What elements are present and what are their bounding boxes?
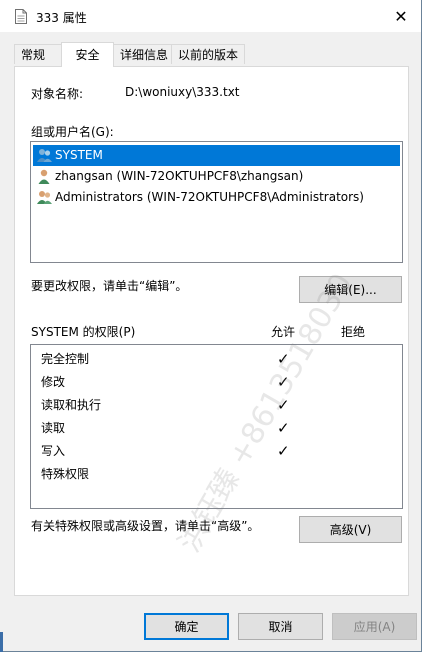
permission-row: 修改 (41, 371, 65, 393)
permission-row: 写入 (41, 440, 65, 462)
cancel-button[interactable]: 取消 (238, 613, 323, 640)
apply-button[interactable]: 应用(A) (332, 613, 417, 640)
window-title: 333 属性 (36, 11, 87, 25)
permission-row: 读取和执行 (41, 394, 101, 416)
tab-details[interactable]: 详细信息 (113, 44, 172, 64)
groups-label: 组或用户名(G): (31, 125, 114, 139)
permission-name: 读取 (41, 421, 66, 435)
permission-name: 特殊权限 (41, 467, 90, 481)
users-icon (37, 191, 52, 204)
groups-listbox[interactable]: SYSTEM zhangsan (WIN-72OKTUHPCF8\zhangsa… (30, 141, 403, 263)
edit-button[interactable]: 编辑(E)... (299, 276, 402, 303)
permissions-list[interactable]: 完全控制 ✓ 修改 ✓ 读取和执行 ✓ 读取 ✓ 写入 ✓ 特殊权限 (30, 344, 403, 509)
ok-button[interactable]: 确定 (144, 613, 229, 640)
tab-security[interactable]: 安全 (61, 42, 114, 67)
title-bar: 333 属性 ✕ (0, 0, 421, 32)
desktop-edge (0, 632, 3, 652)
list-item-system[interactable]: SYSTEM (33, 145, 400, 166)
allow-check-icon: ✓ (277, 419, 290, 437)
document-icon (15, 9, 27, 24)
object-name-value: D:\woniuxy\333.txt (125, 85, 240, 99)
list-item-administrators[interactable]: Administrators (WIN-72OKTUHPCF8\Administ… (33, 187, 400, 208)
user-icon (38, 169, 50, 184)
change-permissions-hint: 要更改权限，请单击“编辑”。 (31, 279, 188, 293)
users-icon (37, 149, 52, 162)
allow-check-icon: ✓ (277, 442, 290, 460)
properties-window: 333 属性 ✕ 常规 安全 详细信息 以前的版本 对象名称: D:\woniu… (0, 0, 422, 652)
permission-row: 完全控制 (41, 348, 89, 370)
security-panel: 对象名称: D:\woniuxy\333.txt 组或用户名(G): SYSTE… (14, 66, 409, 596)
allow-check-icon: ✓ (277, 396, 290, 414)
close-icon: ✕ (394, 6, 408, 26)
permission-name: 修改 (41, 375, 66, 389)
advanced-button[interactable]: 高级(V) (299, 516, 402, 543)
tab-general[interactable]: 常规 (14, 44, 62, 64)
close-button[interactable]: ✕ (381, 0, 421, 32)
list-item-label: Administrators (WIN-72OKTUHPCF8\Administ… (55, 190, 364, 204)
permission-name: 读取和执行 (41, 398, 102, 412)
tab-previous-versions[interactable]: 以前的版本 (171, 44, 245, 64)
allow-check-icon: ✓ (277, 373, 290, 391)
permission-row: 读取 (41, 417, 65, 439)
object-name-label: 对象名称: (31, 87, 84, 101)
permissions-label: SYSTEM 的权限(P) (31, 325, 136, 339)
allow-header: 允许 (271, 325, 296, 339)
deny-header: 拒绝 (341, 325, 366, 339)
list-item-label: SYSTEM (55, 148, 103, 162)
list-item-zhangsan[interactable]: zhangsan (WIN-72OKTUHPCF8\zhangsan) (33, 166, 400, 187)
permission-row: 特殊权限 (41, 463, 89, 485)
allow-check-icon: ✓ (277, 350, 290, 368)
permission-name: 完全控制 (41, 352, 90, 366)
advanced-hint: 有关特殊权限或高级设置，请单击“高级”。 (31, 519, 260, 533)
permission-name: 写入 (41, 444, 66, 458)
list-item-label: zhangsan (WIN-72OKTUHPCF8\zhangsan) (55, 169, 304, 183)
